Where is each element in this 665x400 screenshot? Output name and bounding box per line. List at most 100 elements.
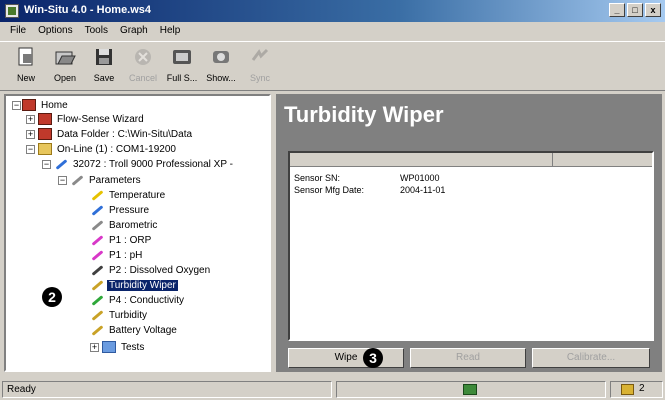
close-button[interactable]: x (645, 3, 661, 17)
tree-item-tests[interactable]: Tests (102, 340, 146, 354)
tree-label: On-Line (1) : COM1-19200 (57, 143, 176, 155)
tree-item-ph[interactable]: P1 : pH (90, 248, 144, 262)
tree-label: Data Folder : C:\Win-Situ\Data (57, 128, 193, 140)
status-text: Ready (2, 381, 332, 398)
status-count: 2 (639, 383, 645, 394)
folder-icon (38, 128, 52, 140)
new-label: New (16, 73, 35, 83)
info-key: Sensor Mfg Date: (294, 185, 365, 195)
tree-label: Temperature (109, 189, 166, 201)
probe-icon (90, 309, 104, 321)
tree-item-parameters[interactable]: Parameters (70, 173, 143, 187)
new-button[interactable]: New (8, 42, 44, 90)
collapse-icon[interactable]: − (12, 101, 21, 110)
expand-icon[interactable]: + (26, 130, 35, 139)
open-label: Open (53, 73, 77, 83)
tree-item-turbidity[interactable]: Turbidity (90, 308, 149, 322)
probe-icon (90, 249, 104, 261)
device-icon (54, 158, 68, 170)
full-screen-button[interactable]: Full S... (164, 42, 200, 90)
tree-label: P2 : Dissolved Oxygen (109, 264, 211, 276)
open-button[interactable]: Open (47, 42, 83, 90)
calibrate-button[interactable]: Calibrate... (532, 348, 650, 368)
collapse-icon[interactable]: − (42, 160, 51, 169)
home-icon (22, 99, 36, 111)
navigation-tree[interactable]: − Home + Flow-Sense Wizard + Data Folder… (4, 94, 271, 372)
show-icon (210, 46, 232, 68)
tree-label: 32072 : Troll 9000 Professional XP - (73, 158, 233, 170)
wipe-button[interactable]: Wipe (288, 348, 404, 368)
tree-label: Barometric (109, 219, 158, 231)
tree-item-device[interactable]: 32072 : Troll 9000 Professional XP - (54, 157, 235, 171)
tree-item-pressure[interactable]: Pressure (90, 203, 151, 217)
tree-label: Flow-Sense Wizard (57, 113, 144, 125)
tree-item-turbidity-wiper[interactable]: Turbidity Wiper (90, 278, 178, 292)
tree-item-flow-sense[interactable]: Flow-Sense Wizard (38, 112, 146, 126)
app-window: Win-Situ 4.0 - Home.ws4 _ □ x File Optio… (0, 0, 665, 400)
tree-label: P4 : Conductivity (109, 294, 185, 306)
tree-label: Battery Voltage (109, 324, 177, 336)
cancel-icon (132, 46, 154, 68)
parameters-icon (70, 174, 84, 186)
status-panel-right: 2 (610, 381, 663, 398)
menu-help[interactable]: Help (154, 22, 187, 40)
tree-label: P1 : ORP (109, 234, 152, 246)
new-icon (15, 46, 37, 68)
sensor-info-list: Sensor SN: WP01000 Sensor Mfg Date: 2004… (288, 151, 654, 341)
tree-item-home[interactable]: Home (22, 98, 70, 112)
tree-label: P1 : pH (109, 249, 143, 261)
save-icon (93, 46, 115, 68)
collapse-icon[interactable]: − (58, 176, 67, 185)
menu-options[interactable]: Options (32, 22, 78, 40)
menu-tools[interactable]: Tools (79, 22, 114, 40)
battery-icon (90, 324, 104, 336)
tree-item-conductivity[interactable]: P4 : Conductivity (90, 293, 186, 307)
menu-graph[interactable]: Graph (114, 22, 154, 40)
tree-item-dissolved-oxygen[interactable]: P2 : Dissolved Oxygen (90, 263, 212, 277)
tree-item-data-folder[interactable]: Data Folder : C:\Win-Situ\Data (38, 127, 194, 141)
show-label: Show... (206, 73, 236, 83)
sync-icon (249, 46, 271, 68)
toolbar: New Open Save Cancel Full S... Show... S… (0, 41, 665, 91)
probe-icon (90, 234, 104, 246)
tree-label: Turbidity Wiper (107, 279, 178, 291)
tree-label: Parameters (89, 174, 141, 186)
info-key: Sensor SN: (294, 173, 341, 183)
menu-file[interactable]: File (4, 22, 32, 40)
open-icon (54, 46, 76, 68)
info-value: 2004-11-01 (400, 185, 446, 195)
tree-item-online[interactable]: On-Line (1) : COM1-19200 (38, 142, 178, 156)
tree-item-orp[interactable]: P1 : ORP (90, 233, 153, 247)
tree-item-barometric[interactable]: Barometric (90, 218, 159, 232)
expand-icon[interactable]: + (26, 115, 35, 124)
collapse-icon[interactable]: − (26, 145, 35, 154)
expand-icon[interactable]: + (90, 343, 99, 352)
wizard-icon (38, 113, 52, 125)
list-header (290, 153, 652, 167)
menu-bar: File Options Tools Graph Help (0, 22, 665, 40)
tree-item-battery-voltage[interactable]: Battery Voltage (90, 323, 179, 337)
save-label: Save (93, 73, 115, 83)
full-screen-label: Full S... (166, 73, 198, 83)
cancel-label: Cancel (128, 73, 157, 83)
sync-button[interactable]: Sync (242, 42, 278, 90)
probe-icon (90, 219, 104, 231)
minimize-button[interactable]: _ (609, 3, 625, 17)
full-screen-icon (171, 46, 193, 68)
device-status-icon (621, 384, 634, 395)
detail-panel: Turbidity Wiper Sensor SN: WP01000 Senso… (276, 94, 662, 372)
app-icon (5, 4, 19, 18)
save-button[interactable]: Save (86, 42, 122, 90)
status-bar: Ready 2 (0, 378, 665, 400)
tree-label: Turbidity (109, 309, 147, 321)
sync-label: Sync (249, 73, 270, 83)
tree-label: Pressure (109, 204, 150, 216)
cancel-button[interactable]: Cancel (125, 42, 161, 90)
show-button[interactable]: Show... (203, 42, 239, 90)
tree-item-temperature[interactable]: Temperature (90, 188, 167, 202)
callout-3: 3 (363, 348, 383, 368)
tests-icon (102, 341, 116, 353)
read-button[interactable]: Read (410, 348, 526, 368)
maximize-button[interactable]: □ (627, 3, 643, 17)
column-divider[interactable] (552, 153, 553, 167)
